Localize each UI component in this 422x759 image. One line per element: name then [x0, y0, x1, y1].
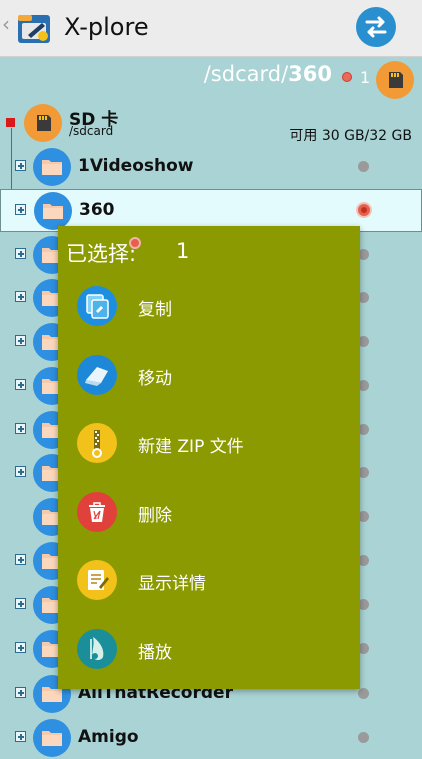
sd-card-button[interactable]	[376, 61, 414, 99]
current-path: /sdcard/360	[0, 62, 332, 86]
switch-panes-button[interactable]	[356, 7, 396, 47]
sd-card-path: /sdcard	[69, 124, 114, 138]
expand-icon[interactable]	[15, 160, 26, 171]
expand-icon[interactable]	[15, 466, 26, 477]
menu-item-new-zip[interactable]: 新建 ZIP 文件	[58, 410, 360, 478]
folder-name: Amigo	[78, 727, 139, 747]
folder-icon	[34, 192, 72, 230]
menu-item-show-details[interactable]: 显示详情	[58, 547, 360, 615]
expand-icon[interactable]	[15, 687, 26, 698]
zip-icon	[77, 423, 117, 463]
menu-item-play[interactable]: 播放	[58, 616, 360, 684]
path-prefix: /sdcard/	[203, 62, 289, 86]
delete-icon	[77, 492, 117, 532]
folder-row[interactable]: 1Videoshow	[0, 145, 422, 188]
sd-card-icon	[389, 72, 403, 88]
expand-icon[interactable]	[15, 554, 26, 565]
back-chevron-icon[interactable]: ‹	[2, 12, 10, 36]
play-icon	[77, 629, 117, 669]
menu-item-label: 显示详情	[138, 574, 206, 594]
menu-item-move[interactable]: 移动	[58, 342, 360, 410]
expand-icon[interactable]	[15, 598, 26, 609]
expand-icon[interactable]	[15, 248, 26, 259]
selection-mark-icon	[342, 72, 352, 82]
expand-icon[interactable]	[15, 291, 26, 302]
menu-item-copy[interactable]: 复制	[58, 273, 360, 341]
selection-mark-icon	[129, 237, 141, 249]
menu-title: 已选择:	[66, 242, 137, 266]
menu-item-delete[interactable]: 删除	[58, 479, 360, 547]
details-icon	[77, 560, 117, 600]
app-logo-icon	[18, 15, 50, 43]
expand-icon[interactable]	[15, 204, 26, 215]
selection-context-menu: 已选择: 1 复制 移动 新建 ZIP 文件 删除 显示详情 播放	[58, 226, 360, 689]
path-current-folder: 360	[288, 62, 332, 86]
expand-icon[interactable]	[15, 642, 26, 653]
expand-icon[interactable]	[15, 731, 26, 742]
copy-icon	[77, 286, 117, 326]
app-bar: ‹ X-plore	[0, 0, 422, 57]
selected-mark-icon[interactable]	[356, 202, 372, 218]
expand-icon[interactable]	[15, 335, 26, 346]
menu-selected-count: 1	[176, 239, 190, 263]
app-title: X-plore	[64, 13, 149, 41]
tree-root-marker	[6, 118, 15, 127]
folder-icon	[33, 719, 71, 757]
swap-arrows-icon	[365, 16, 387, 38]
sd-card-icon[interactable]	[24, 104, 62, 142]
menu-item-label: 移动	[138, 369, 172, 389]
select-dot[interactable]	[358, 688, 369, 699]
folder-name: 360	[79, 200, 115, 220]
menu-item-label: 新建 ZIP 文件	[138, 437, 244, 457]
menu-item-label: 播放	[138, 643, 172, 663]
move-icon	[77, 355, 117, 395]
select-dot[interactable]	[358, 161, 369, 172]
menu-item-label: 复制	[138, 300, 172, 320]
expand-icon[interactable]	[15, 423, 26, 434]
select-dot[interactable]	[358, 732, 369, 743]
folder-name: 1Videoshow	[78, 156, 194, 176]
folder-icon	[33, 148, 71, 186]
selected-count: 1	[360, 68, 371, 87]
menu-item-label: 删除	[138, 506, 172, 526]
expand-icon[interactable]	[15, 379, 26, 390]
sd-card-free-space: 可用 30 GB/32 GB	[289, 128, 412, 144]
